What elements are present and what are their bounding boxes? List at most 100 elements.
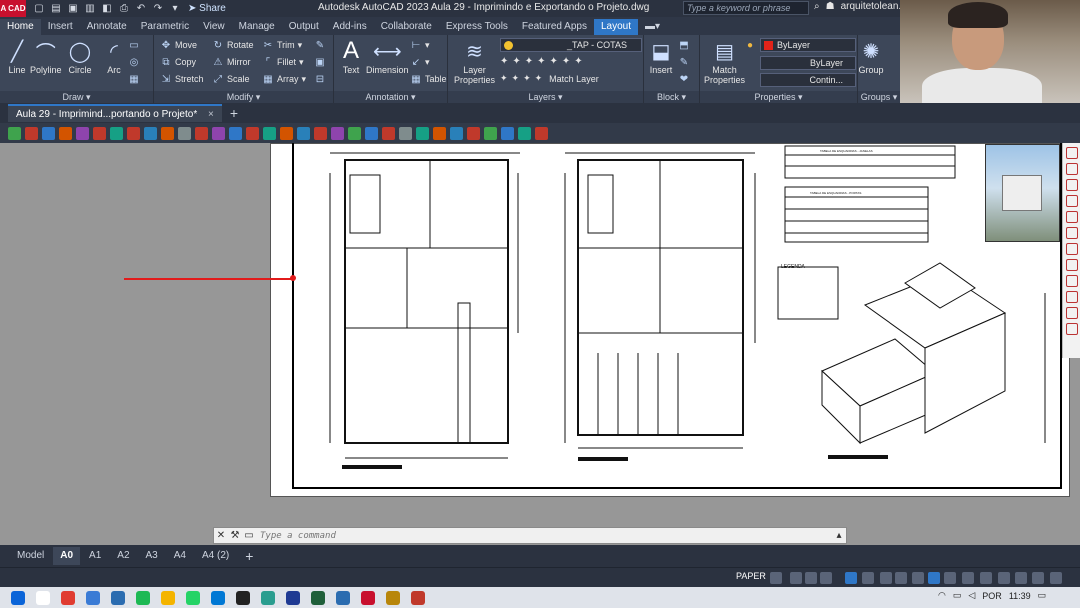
notification-icon[interactable]: ▭ bbox=[1038, 590, 1047, 601]
status-toggle-icon[interactable] bbox=[980, 572, 992, 584]
print-icon[interactable]: ⎙ bbox=[117, 3, 131, 15]
taskbar-app-icon[interactable] bbox=[111, 590, 125, 605]
more-icon[interactable]: ▾ bbox=[168, 3, 182, 15]
polyline-tool[interactable]: ⌒ Polyline bbox=[30, 37, 62, 76]
tab-output[interactable]: Output bbox=[282, 19, 326, 35]
toolbar-button-icon[interactable] bbox=[263, 126, 276, 140]
undo-icon[interactable]: ↶ bbox=[134, 3, 148, 15]
text-tool[interactable]: A Text bbox=[338, 37, 364, 75]
taskbar-app-icon[interactable] bbox=[61, 590, 75, 605]
block-panel-title[interactable]: Block ▾ bbox=[644, 91, 699, 103]
explode-tool[interactable]: ▣ bbox=[314, 56, 326, 68]
mini-tool-icon[interactable] bbox=[1065, 147, 1078, 159]
mini-tool-icon[interactable] bbox=[1065, 259, 1078, 271]
edit-block-tool[interactable]: ✎ bbox=[678, 56, 690, 68]
trim-tool[interactable]: ✂ Trim ▾ bbox=[262, 39, 302, 51]
tab-collaborate[interactable]: Collaborate bbox=[374, 19, 439, 35]
fillet-tool[interactable]: ⌜ Fillet ▾ bbox=[262, 56, 304, 68]
status-toggle-icon[interactable] bbox=[790, 572, 802, 584]
new-tab-button[interactable]: + bbox=[230, 105, 238, 121]
taskbar-app-icon[interactable] bbox=[36, 590, 50, 605]
toolbar-button-icon[interactable] bbox=[450, 126, 463, 140]
taskbar-app-icon[interactable] bbox=[386, 590, 400, 605]
toolbar-button-icon[interactable] bbox=[25, 126, 38, 140]
lineweight-dropdown[interactable]: ByLayer bbox=[760, 56, 856, 70]
save-icon[interactable]: ▣ bbox=[66, 3, 80, 15]
autocad-logo[interactable]: A CAD bbox=[0, 0, 26, 17]
create-block-tool[interactable]: ⬒ bbox=[678, 39, 690, 51]
tab-layout-a4-2[interactable]: A4 (2) bbox=[195, 547, 236, 565]
status-toggle-icon[interactable] bbox=[928, 572, 940, 584]
command-input[interactable] bbox=[256, 528, 832, 543]
clock[interactable]: 11:39 bbox=[1009, 591, 1031, 601]
erase-tool[interactable]: ✎ bbox=[314, 39, 326, 51]
annotation-panel-title[interactable]: Annotation ▾ bbox=[334, 91, 447, 103]
toolbar-button-icon[interactable] bbox=[195, 126, 208, 140]
rotate-tool[interactable]: ↻ Rotate bbox=[212, 39, 254, 51]
mini-tool-icon[interactable] bbox=[1065, 211, 1078, 223]
status-toggle-icon[interactable] bbox=[998, 572, 1010, 584]
layer-properties-tool[interactable]: ≋ Layer Properties bbox=[454, 37, 495, 86]
new-file-icon[interactable]: ▢ bbox=[32, 3, 46, 15]
mini-tool-icon[interactable] bbox=[1065, 275, 1078, 287]
share-button[interactable]: ➤ Share bbox=[188, 3, 226, 14]
toolbar-button-icon[interactable] bbox=[127, 126, 140, 140]
toolbar-button-icon[interactable] bbox=[59, 126, 72, 140]
color-dropdown[interactable]: ByLayer bbox=[760, 38, 856, 52]
close-command-icon[interactable]: ✕ bbox=[214, 528, 228, 543]
user-icon[interactable]: ☗ bbox=[826, 1, 835, 12]
command-history-icon[interactable]: ▭ bbox=[242, 528, 256, 543]
tab-layout-a4[interactable]: A4 bbox=[167, 547, 193, 565]
toolbar-button-icon[interactable] bbox=[467, 126, 480, 140]
status-toggle-icon[interactable] bbox=[962, 572, 974, 584]
arc-tool[interactable]: ◜ Arc bbox=[101, 37, 127, 76]
toolbar-button-icon[interactable] bbox=[518, 126, 531, 140]
tab-add-ins[interactable]: Add-ins bbox=[326, 19, 374, 35]
render-viewport[interactable] bbox=[985, 144, 1060, 242]
status-toggle-icon[interactable] bbox=[1032, 572, 1044, 584]
volume-icon[interactable]: ◁ bbox=[968, 590, 975, 601]
mini-tool-icon[interactable] bbox=[1065, 179, 1078, 191]
hatch-tool[interactable]: ◎ bbox=[128, 56, 140, 68]
mini-tool-icon[interactable] bbox=[1065, 243, 1078, 255]
taskbar-app-icon[interactable] bbox=[11, 590, 25, 605]
linear-dim-tool[interactable]: ⊢ ▾ bbox=[410, 39, 430, 51]
line-tool[interactable]: ╱ Line bbox=[4, 37, 30, 76]
taskbar-app-icon[interactable] bbox=[86, 590, 100, 605]
tab-model[interactable]: Model bbox=[10, 547, 51, 565]
taskbar-app-icon[interactable] bbox=[236, 590, 250, 605]
mini-tool-icon[interactable] bbox=[1065, 227, 1078, 239]
open-folder-icon[interactable]: ▤ bbox=[49, 3, 63, 15]
status-toggle-icon[interactable] bbox=[862, 572, 874, 584]
toolbar-button-icon[interactable] bbox=[212, 126, 225, 140]
tab-manage[interactable]: Manage bbox=[232, 19, 282, 35]
array-tool[interactable]: ▦ Array ▾ bbox=[262, 73, 306, 85]
paper-space-toggle[interactable]: PAPER bbox=[736, 571, 766, 581]
taskbar-app-icon[interactable] bbox=[361, 590, 375, 605]
tab-layout[interactable]: Layout bbox=[593, 19, 638, 35]
add-layout-button[interactable]: + bbox=[238, 547, 260, 565]
toolbar-button-icon[interactable] bbox=[484, 126, 497, 140]
toolbar-button-icon[interactable] bbox=[178, 126, 191, 140]
status-toggle-icon[interactable] bbox=[1050, 572, 1062, 584]
leader-tool[interactable]: ↙ ▾ bbox=[410, 56, 430, 68]
toolbar-button-icon[interactable] bbox=[382, 126, 395, 140]
copy-tool[interactable]: ⧉ Copy bbox=[160, 56, 196, 68]
properties-panel-title[interactable]: Properties ▾ bbox=[700, 91, 857, 103]
draw-panel-title[interactable]: Draw ▾ bbox=[0, 91, 153, 103]
taskbar-app-icon[interactable] bbox=[411, 590, 425, 605]
status-toggle-icon[interactable] bbox=[880, 572, 892, 584]
toolbar-button-icon[interactable] bbox=[433, 126, 446, 140]
toolbar-button-icon[interactable] bbox=[501, 126, 514, 140]
tab-parametric[interactable]: Parametric bbox=[134, 19, 196, 35]
toolbar-button-icon[interactable] bbox=[348, 126, 361, 140]
mini-tool-icon[interactable] bbox=[1065, 323, 1078, 335]
toolbar-button-icon[interactable] bbox=[535, 126, 548, 140]
table-tool[interactable]: ▦ Table bbox=[410, 73, 446, 85]
search-input[interactable]: Type a keyword or phrase bbox=[683, 1, 809, 15]
toolbar-button-icon[interactable] bbox=[76, 126, 89, 140]
match-layer-tool[interactable]: ✦✦✦✦ Match Layer bbox=[500, 73, 599, 84]
layer-tools-row-1[interactable]: ✦✦✦✦✦✦✦ bbox=[500, 56, 587, 67]
taskbar-app-icon[interactable] bbox=[261, 590, 275, 605]
toolbar-button-icon[interactable] bbox=[8, 126, 21, 140]
